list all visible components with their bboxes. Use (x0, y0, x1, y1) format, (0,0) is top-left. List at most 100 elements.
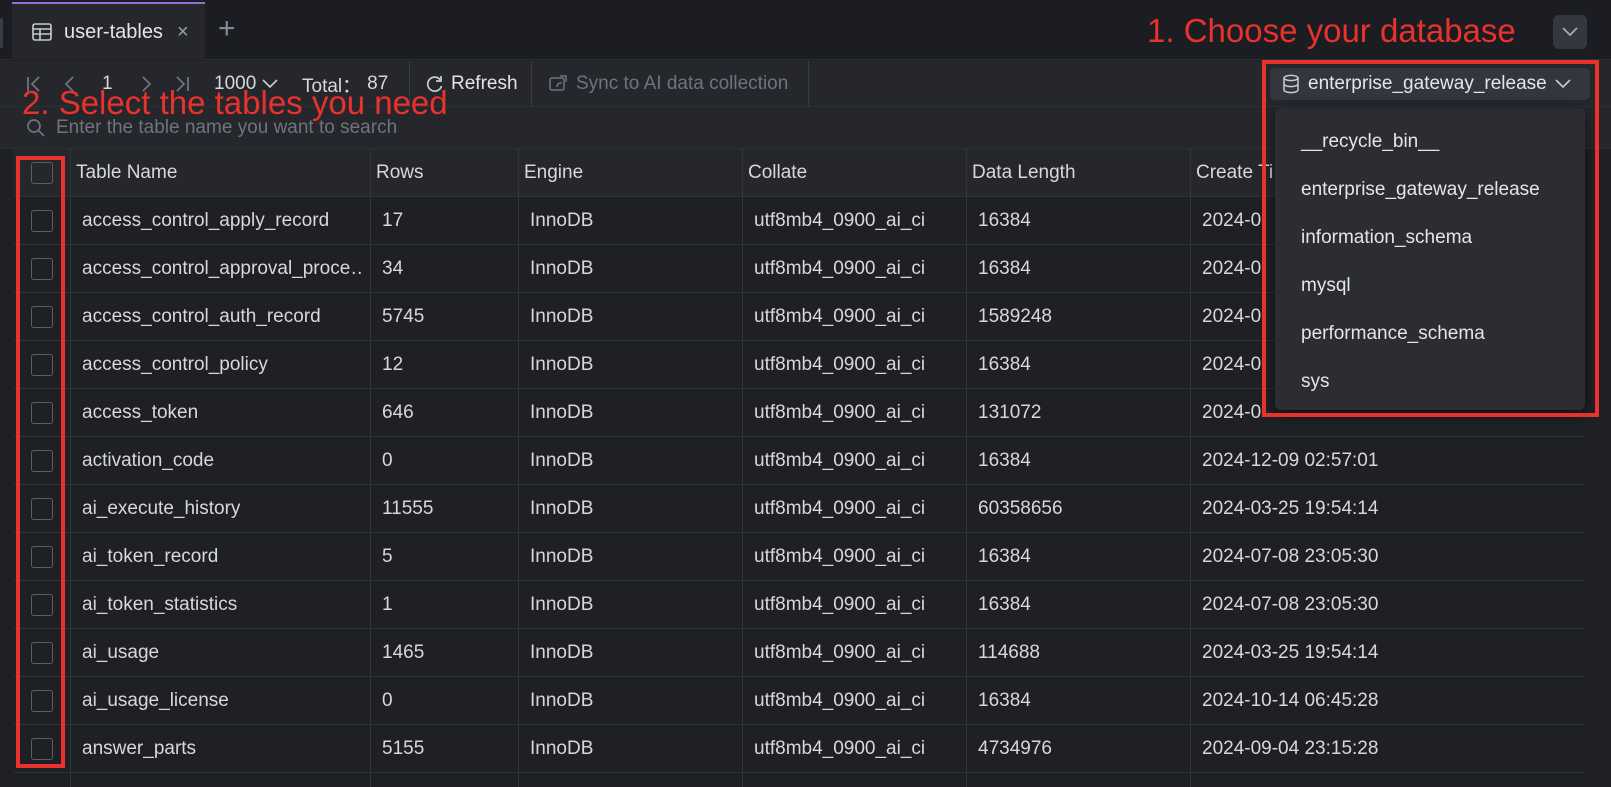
cell-rows: 5 (382, 545, 393, 567)
column-divider (370, 485, 371, 532)
column-divider (370, 437, 371, 484)
table-row[interactable]: activation_code 0 InnoDB utf8mb4_0900_ai_ci… (14, 437, 1584, 485)
cell-create-time: 2024-03-25 19:54:14 (1202, 497, 1379, 519)
column-divider (1190, 725, 1191, 772)
column-divider (70, 773, 71, 787)
column-divider (518, 437, 519, 484)
column-divider (518, 725, 519, 772)
column-divider (742, 725, 743, 772)
header-rows[interactable]: Rows (376, 149, 510, 196)
column-divider (1190, 341, 1191, 388)
column-divider (370, 389, 371, 436)
cell-rows: 646 (382, 401, 414, 423)
cell-table-name: access_control_auth_record (82, 305, 321, 327)
cell-rows: 5745 (382, 305, 425, 327)
table-row[interactable]: ai_execute_history 11555 InnoDB utf8mb4_090… (14, 485, 1584, 533)
column-divider (70, 629, 71, 676)
cell-table-name: answer_parts (82, 737, 197, 759)
column-divider (1190, 245, 1191, 292)
cell-collate: utf8mb4_0900_ai_ci (754, 305, 926, 327)
cell-data-length: 4734976 (978, 737, 1052, 759)
table-row[interactable]: ai_token_record 5 InnoDB utf8mb4_0900_ai_ci… (14, 533, 1584, 581)
toolbar-divider (531, 61, 532, 107)
header-table-name[interactable]: Table Name (76, 149, 362, 196)
cell-collate: utf8mb4_0900_ai_ci (754, 641, 926, 663)
cell-data-length: 60358656 (978, 497, 1063, 519)
column-divider (70, 245, 71, 292)
column-divider (370, 773, 371, 787)
cell-data-length: 16384 (978, 209, 1031, 231)
column-divider (1190, 629, 1191, 676)
cell-data-length: 16384 (978, 353, 1031, 375)
annotation-step1: 1. Choose your database (1147, 12, 1516, 49)
cell-engine: InnoDB (530, 497, 594, 519)
header-collate[interactable]: Collate (748, 149, 958, 196)
column-divider (742, 149, 743, 196)
cell-create-time: 2024-03-25 19:54:14 (1202, 641, 1379, 663)
column-divider (370, 629, 371, 676)
table-row[interactable]: answer_parts 5155 InnoDB utf8mb4_0900_ai_ci… (14, 725, 1584, 773)
toolbar-divider (808, 61, 809, 107)
sidebar-edge (0, 18, 3, 48)
table-row[interactable]: ai_token_statistics 1 InnoDB utf8mb4_0900_a… (14, 581, 1584, 629)
cell-table-name: ai_token_statistics (82, 593, 238, 615)
cell-collate: utf8mb4_0900_ai_ci (754, 353, 926, 375)
cell-data-length: 114688 (978, 641, 1040, 663)
column-divider (370, 341, 371, 388)
cell-table-name: access_token (82, 401, 199, 423)
cell-data-length: 16384 (978, 449, 1031, 471)
plus-icon[interactable]: + (218, 14, 236, 44)
column-divider (70, 149, 71, 196)
column-divider (1190, 677, 1191, 724)
cell-engine: InnoDB (530, 209, 594, 231)
cell-table-name: ai_usage_license (82, 689, 229, 711)
column-divider (742, 437, 743, 484)
column-divider (70, 341, 71, 388)
column-divider (742, 629, 743, 676)
cell-collate: utf8mb4_0900_ai_ci (754, 737, 926, 759)
column-divider (966, 581, 967, 628)
cell-engine: InnoDB (530, 305, 594, 327)
cell-engine: InnoDB (530, 401, 594, 423)
column-divider (518, 773, 519, 787)
cell-create-time: 2024-09-04 23:15:28 (1202, 737, 1379, 759)
cell-collate: utf8mb4_0900_ai_ci (754, 593, 926, 615)
column-divider (966, 437, 967, 484)
cell-collate: utf8mb4_0900_ai_ci (754, 257, 926, 279)
annotation-box-checkboxes (16, 156, 65, 768)
cell-rows: 0 (382, 689, 393, 711)
table-row[interactable]: ai_usage_license 0 InnoDB utf8mb4_0900_ai_c… (14, 677, 1584, 725)
column-divider (966, 245, 967, 292)
cell-rows: 1 (382, 593, 393, 615)
column-divider (518, 245, 519, 292)
table-row[interactable]: ai_usage 1465 InnoDB utf8mb4_0900_ai_ci 1146… (14, 629, 1584, 677)
column-divider (70, 485, 71, 532)
cell-rows: 34 (382, 257, 404, 279)
sync-ai-button[interactable]: Sync to AI data collection (548, 71, 788, 97)
cell-rows: 5155 (382, 737, 425, 759)
cell-engine: InnoDB (530, 353, 594, 375)
header-data-length[interactable]: Data Length (972, 149, 1182, 196)
cell-data-length: 1589248 (978, 305, 1052, 327)
column-divider (70, 197, 71, 244)
column-divider (1190, 389, 1191, 436)
tab-menu-button[interactable] (1553, 15, 1587, 49)
column-divider (1190, 149, 1191, 196)
annotation-box-database (1262, 60, 1599, 417)
annotation-step2: 2. Select the tables you need (22, 84, 448, 121)
column-divider (1190, 773, 1191, 787)
close-icon[interactable]: × (177, 21, 189, 44)
column-divider (742, 341, 743, 388)
column-divider (518, 629, 519, 676)
cell-engine: InnoDB (530, 737, 594, 759)
cell-table-name: access_control_apply_record (82, 209, 330, 231)
cell-table-name: access_control_approval_proce… (82, 257, 362, 279)
column-divider (370, 245, 371, 292)
column-divider (966, 341, 967, 388)
cell-table-name: access_control_policy (82, 353, 268, 375)
tab-user-tables[interactable]: user-tables × (12, 2, 205, 60)
header-engine[interactable]: Engine (524, 149, 734, 196)
column-divider (370, 581, 371, 628)
column-divider (370, 293, 371, 340)
cell-collate: utf8mb4_0900_ai_ci (754, 209, 926, 231)
